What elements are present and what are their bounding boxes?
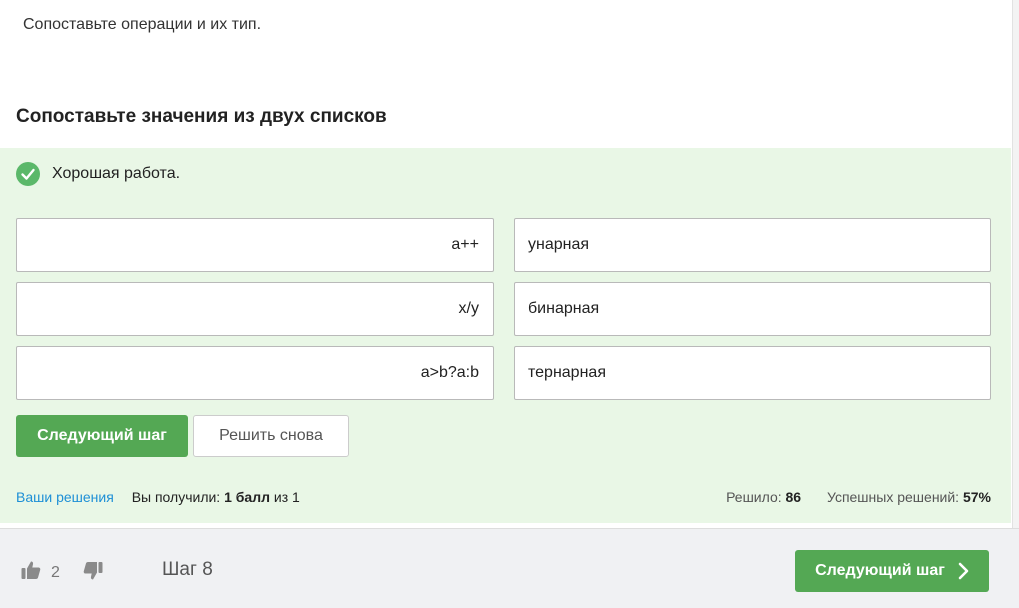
match-right-item[interactable]: тернарная	[514, 346, 991, 400]
check-circle-icon	[16, 162, 40, 186]
dislike-button[interactable]	[82, 560, 104, 587]
match-left-label: x/y	[458, 300, 479, 317]
chevron-right-icon	[957, 562, 969, 580]
scrollbar[interactable]	[1012, 0, 1019, 528]
score-summary: Ваши решения Вы получили: 1 балл из 1	[16, 489, 300, 505]
your-solutions-link[interactable]: Ваши решения	[16, 489, 114, 505]
match-right-label: унарная	[528, 236, 590, 253]
match-right-item[interactable]: бинарная	[514, 282, 991, 336]
solve-stats: Решило: 86 Успешных решений: 57%	[726, 489, 991, 505]
task-text: Сопоставьте операции и их тип.	[23, 16, 262, 33]
score-of: из	[273, 489, 289, 505]
match-left-label: a++	[451, 236, 479, 253]
feedback-text: Хорошая работа.	[52, 165, 181, 182]
score-value: 1 балл	[224, 489, 270, 505]
result-panel: Хорошая работа. a++ унарная x/y бинарная…	[0, 148, 1011, 523]
footer-next-step-button[interactable]: Следующий шаг	[795, 550, 989, 592]
feedback-message: Хорошая работа.	[16, 162, 180, 186]
match-left-item[interactable]: a++	[16, 218, 494, 272]
thumbs-down-icon	[82, 562, 104, 586]
match-left-item[interactable]: x/y	[16, 282, 494, 336]
retry-button[interactable]: Решить снова	[193, 415, 349, 457]
step-footer: 2 Шаг 8 Следующий шаг	[0, 528, 1019, 608]
score-prefix: Вы получили:	[131, 489, 221, 505]
success-label: Успешных решений:	[826, 489, 960, 505]
like-button[interactable]: 2	[20, 559, 60, 586]
solved-count: 86	[785, 489, 802, 505]
solved-label: Решило:	[726, 489, 782, 505]
thumbs-up-icon	[20, 559, 42, 586]
footer-next-label: Следующий шаг	[815, 562, 945, 579]
match-left-label: a>b?a:b	[420, 364, 479, 381]
like-count: 2	[51, 563, 60, 581]
score-max: 1	[292, 489, 300, 505]
match-right-label: бинарная	[528, 300, 600, 317]
match-left-item[interactable]: a>b?a:b	[16, 346, 494, 400]
section-title: Сопоставьте значения из двух списков	[16, 106, 387, 127]
match-right-item[interactable]: унарная	[514, 218, 991, 272]
step-label: Шаг 8	[162, 559, 213, 580]
success-rate: 57%	[962, 489, 991, 505]
next-step-button[interactable]: Следующий шаг	[16, 415, 188, 457]
step-page: Сопоставьте операции и их тип. Сопоставь…	[0, 0, 1019, 608]
match-right-label: тернарная	[528, 364, 606, 381]
